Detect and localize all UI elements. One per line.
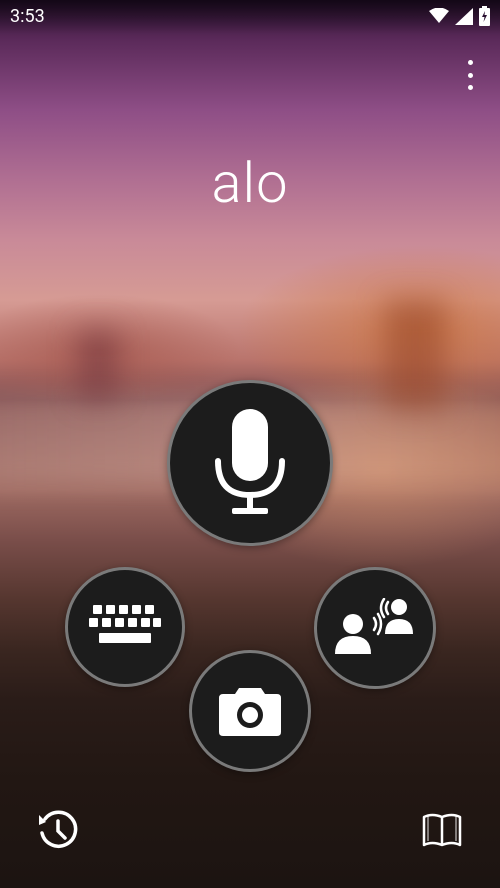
keyboard-input-button[interactable]: [65, 567, 185, 687]
overflow-dot: [467, 85, 473, 90]
background-blur: [385, 300, 445, 410]
phrasebook-button[interactable]: [420, 808, 464, 852]
signal-icon: [455, 7, 473, 25]
recognized-text: alo: [211, 150, 289, 216]
camera-icon: [219, 688, 281, 736]
voice-input-button[interactable]: [167, 380, 333, 546]
history-icon: [39, 810, 78, 848]
overflow-dot: [467, 60, 473, 65]
camera-input-button[interactable]: [189, 650, 311, 772]
battery-charging-icon: [479, 6, 490, 26]
history-button[interactable]: [36, 808, 80, 852]
phrasebook-icon: [422, 813, 462, 847]
microphone-icon: [215, 409, 285, 514]
status-time: 3:53: [10, 6, 45, 27]
conversation-button[interactable]: [314, 567, 436, 689]
translator-screen: 3:53 alo: [0, 0, 500, 888]
status-bar: 3:53: [0, 0, 500, 34]
background-blur: [78, 330, 118, 400]
status-icons: [429, 6, 490, 26]
overflow-dot: [467, 72, 473, 78]
keyboard-icon: [89, 605, 161, 643]
overflow-menu-icon[interactable]: [460, 60, 480, 90]
conversation-icon: [335, 598, 413, 654]
wifi-icon: [429, 8, 449, 23]
